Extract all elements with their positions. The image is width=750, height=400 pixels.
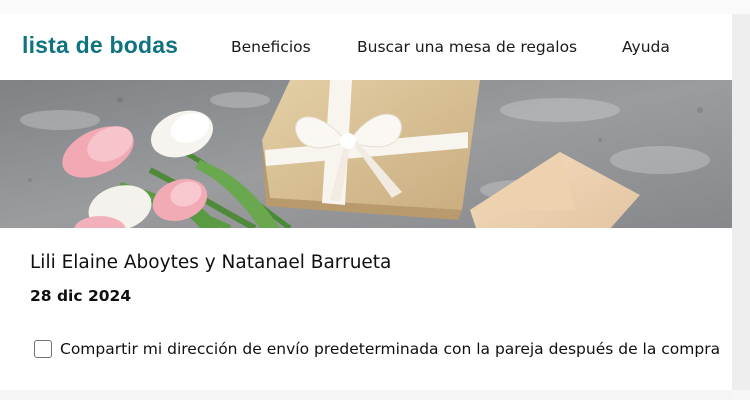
share-address-checkbox[interactable] (34, 340, 52, 358)
right-scroll-gutter (732, 14, 750, 390)
gift-banner-illustration (0, 80, 732, 228)
nav-link-beneficios[interactable]: Beneficios (231, 38, 311, 56)
banner-image (0, 80, 732, 228)
couple-names: Lili Elaine Aboytes y Natanael Barrueta (30, 252, 392, 273)
nav-link-ayuda[interactable]: Ayuda (622, 38, 670, 56)
page-frame: lista de bodas Beneficios Buscar una mes… (0, 0, 750, 400)
brand-logo[interactable]: lista de bodas (22, 32, 178, 59)
registry-card: lista de bodas Beneficios Buscar una mes… (0, 14, 732, 390)
share-address-label[interactable]: Compartir mi dirección de envío predeter… (60, 340, 720, 358)
share-address-option[interactable]: Compartir mi dirección de envío predeter… (34, 340, 720, 358)
bottom-strip (0, 390, 732, 400)
top-strip (0, 0, 750, 14)
header-nav: lista de bodas Beneficios Buscar una mes… (0, 14, 732, 80)
nav-link-buscar-mesa[interactable]: Buscar una mesa de regalos (357, 38, 577, 56)
event-date: 28 dic 2024 (30, 287, 132, 305)
gift-box-shape (262, 80, 480, 220)
